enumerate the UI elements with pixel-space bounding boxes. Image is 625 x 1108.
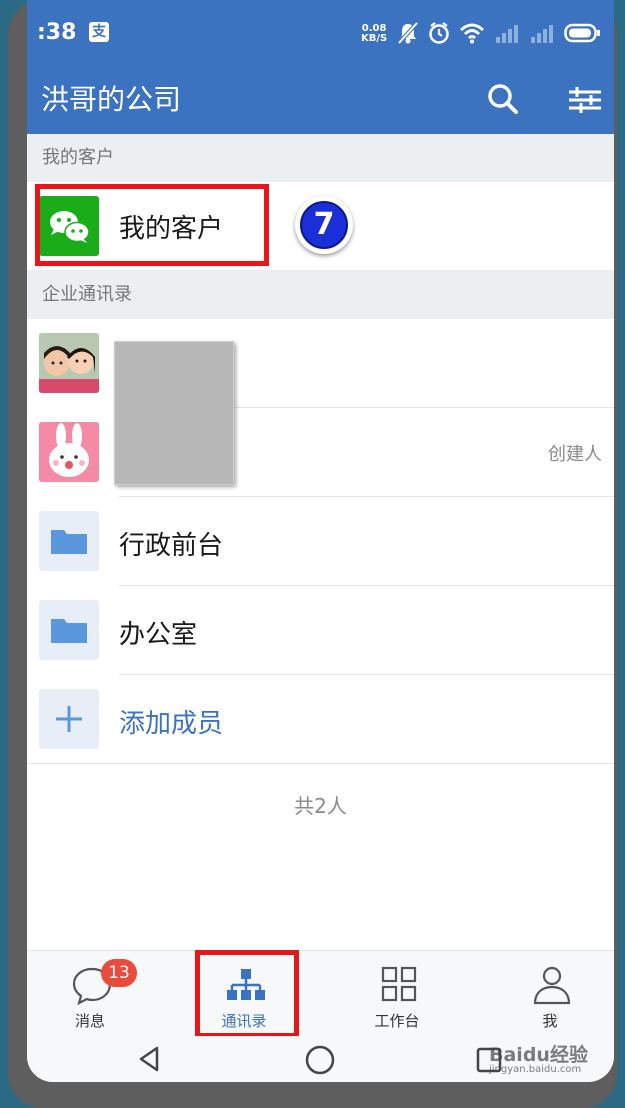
- status-time: :38: [37, 20, 77, 45]
- search-button[interactable]: [481, 78, 525, 122]
- tab-messages[interactable]: 13 消息: [35, 951, 145, 1037]
- network-speed: 0.08 KB/S: [361, 24, 387, 44]
- filter-button[interactable]: [563, 78, 607, 122]
- home-icon[interactable]: [304, 1044, 336, 1076]
- tab-label: 我: [542, 1012, 558, 1030]
- row-divider: [27, 763, 614, 764]
- department-label: 办公室: [119, 620, 198, 650]
- unread-badge: 13: [101, 959, 137, 987]
- tab-label: 工作台: [374, 1012, 420, 1030]
- annotation-highlight-contacts-tab: [195, 950, 299, 1038]
- network-speed-unit: KB/S: [361, 33, 388, 44]
- tab-label: 消息: [74, 1012, 105, 1030]
- filter-sliders-icon: [569, 87, 601, 113]
- department-row[interactable]: 行政前台: [27, 497, 614, 586]
- step-number: 7: [300, 201, 348, 249]
- bottom-tab-bar: 13 消息 通讯录 工作台 我: [27, 950, 614, 1036]
- name-redaction-mask: [114, 341, 234, 485]
- tab-workbench[interactable]: 工作台: [342, 951, 452, 1037]
- grid-icon: [381, 966, 417, 1002]
- avatar: [39, 422, 99, 482]
- add-member-button[interactable]: 添加成员: [27, 675, 614, 764]
- signal-icon-1: [494, 23, 520, 47]
- total-count: 共2人: [294, 794, 347, 818]
- folder-icon: [39, 511, 99, 571]
- status-bar: :38 支 0.08 KB/S: [27, 0, 614, 68]
- status-icons: [397, 21, 602, 49]
- section-header-customers: 我的客户: [27, 134, 614, 182]
- back-icon[interactable]: [135, 1044, 165, 1074]
- battery-icon: [564, 23, 602, 47]
- alipay-notification-icon: 支: [89, 22, 109, 42]
- wifi-icon: [459, 22, 485, 48]
- page-title: 洪哥的公司: [41, 83, 182, 116]
- department-row[interactable]: 办公室: [27, 586, 614, 675]
- annotation-highlight-customers: [35, 184, 269, 266]
- person-icon: [533, 966, 571, 1005]
- app-header: 洪哥的公司: [27, 68, 614, 134]
- watermark-subtext: jingyan.baidu.com: [489, 1064, 582, 1075]
- avatar: [39, 333, 99, 393]
- search-icon: [488, 84, 518, 114]
- department-label: 行政前台: [119, 531, 224, 561]
- phone-frame: :38 支 0.08 KB/S 洪哥的公司 我的客户 我的客户 企业通讯录 创建…: [8, 0, 617, 1108]
- step-badge: 7: [295, 196, 353, 254]
- section-header-directory: 企业通讯录: [27, 270, 614, 319]
- screen: :38 支 0.08 KB/S 洪哥的公司 我的客户 我的客户 企业通讯录 创建…: [27, 0, 614, 1082]
- add-member-label: 添加成员: [119, 709, 224, 739]
- alarm-icon: [428, 21, 450, 49]
- plus-icon: [39, 689, 99, 749]
- system-nav-bar: Baidu经验 jingyan.baidu.com: [27, 1036, 614, 1082]
- folder-icon: [39, 600, 99, 660]
- creator-tag: 创建人: [548, 444, 602, 465]
- signal-icon-2: [529, 23, 555, 47]
- mute-icon: [397, 21, 419, 49]
- tab-me[interactable]: 我: [495, 951, 605, 1037]
- watermark: Baidu经验: [489, 1044, 588, 1066]
